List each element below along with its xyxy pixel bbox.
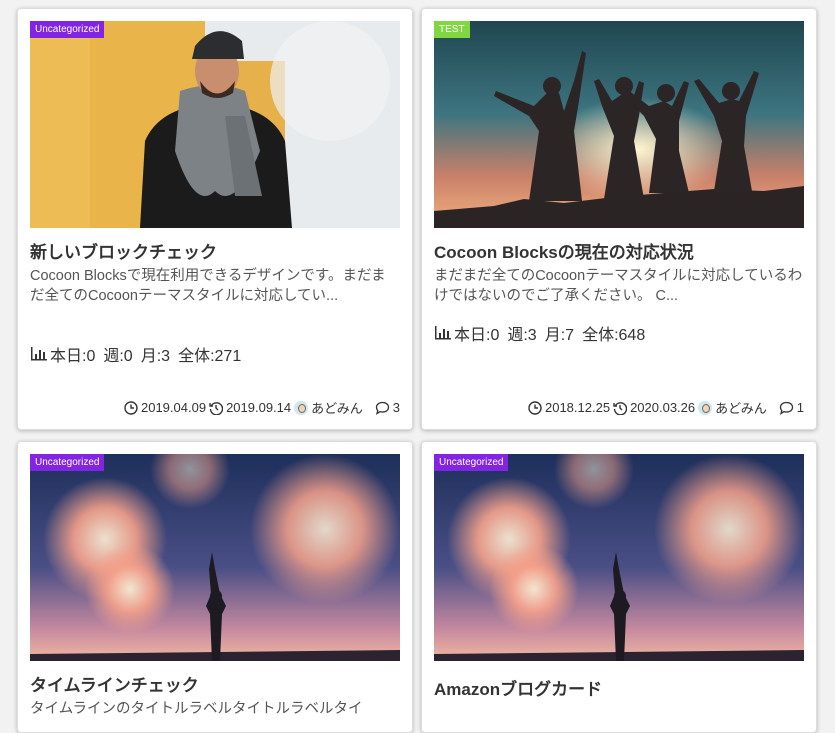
category-badge[interactable]: TEST — [434, 21, 470, 38]
comment-count: 3 — [392, 400, 400, 415]
post-thumbnail-fireworks[interactable]: Uncategorized — [434, 454, 804, 661]
post-snippet: タイムラインのタイトルラベルタイトルラベルタイ — [30, 701, 363, 717]
pv-today: 本日:0 — [454, 327, 500, 344]
post-date: 2019.04.09 — [140, 400, 207, 415]
post-title[interactable]: Amazonブログカード — [434, 675, 602, 700]
comment-icon — [779, 401, 793, 415]
comment-icon — [375, 401, 389, 415]
author-name[interactable]: あどみん — [311, 398, 363, 417]
post-snippet: まだまだ全てのCocoonテーマスタイルに対応しているわけではないのでご了承くだ… — [434, 268, 803, 304]
post-card[interactable]: Uncategorized Amazonブログカード — [421, 441, 817, 733]
post-snippet: Cocoon Blocksで現在利用できるデザインです。まだまだ全てのCocoo… — [30, 268, 386, 304]
pv-month: 月:3 — [140, 348, 171, 365]
pv-week: 週:3 — [507, 327, 537, 344]
post-card[interactable]: Uncategorized 新しいブロックチェック Cocoon Blocksで… — [17, 8, 413, 430]
clock-icon — [528, 400, 542, 415]
history-icon — [613, 401, 628, 415]
update-date: 2020.03.26 — [630, 400, 696, 415]
post-meta: 2018.12.25 2020.03.26 あどみん 1 — [528, 398, 804, 417]
category-badge[interactable]: Uncategorized — [30, 454, 105, 471]
clock-icon — [124, 400, 138, 415]
author-avatar — [698, 400, 713, 415]
comment-count: 1 — [796, 400, 804, 415]
post-thumbnail-fireworks[interactable]: Uncategorized — [30, 454, 400, 661]
post-thumbnail-man-scarf[interactable]: Uncategorized — [30, 21, 400, 228]
post-title[interactable]: Cocoon Blocksの現在の対応状況 — [434, 238, 694, 263]
post-title[interactable]: 新しいブロックチェック — [30, 238, 217, 263]
bar-chart-icon — [31, 347, 47, 361]
history-icon — [209, 401, 224, 415]
post-meta: 2019.04.09 2019.09.14 あどみん 3 — [124, 398, 400, 417]
post-thumbnail-sunset-silhouettes[interactable]: TEST — [434, 21, 804, 228]
update-date: 2019.09.14 — [226, 400, 292, 415]
pv-total: 全体:271 — [178, 348, 242, 365]
post-date: 2018.12.25 — [544, 400, 611, 415]
pv-month: 月:7 — [544, 327, 575, 344]
post-card[interactable]: Uncategorized タイムラインチェック タイムラインのタイトルラベルタ… — [17, 441, 413, 733]
pageview-stats: 本日:0 週:3 月:7 全体:648 — [434, 321, 651, 345]
author-avatar — [294, 400, 309, 415]
post-card[interactable]: TEST Cocoon Blocksの現在の対応状況 まだまだ全てのCocoon… — [421, 8, 817, 430]
author-name[interactable]: あどみん — [715, 398, 767, 417]
category-badge[interactable]: Uncategorized — [434, 454, 509, 471]
pv-week: 週:0 — [103, 348, 133, 365]
pv-total: 全体:648 — [582, 327, 646, 344]
pv-today: 本日:0 — [50, 348, 96, 365]
pageview-stats: 本日:0 週:0 月:3 全体:271 — [30, 342, 247, 366]
category-badge[interactable]: Uncategorized — [30, 21, 105, 38]
post-title[interactable]: タイムラインチェック — [30, 671, 199, 696]
bar-chart-icon — [435, 326, 451, 340]
